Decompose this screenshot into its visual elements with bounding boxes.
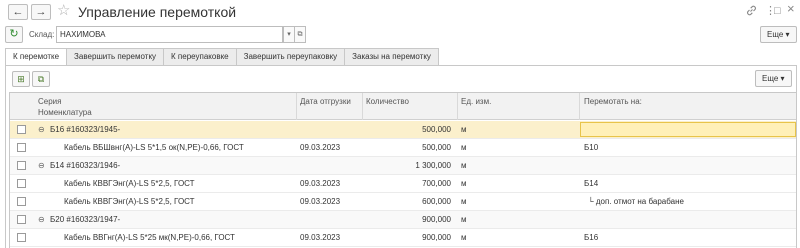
tab-finish-repack[interactable]: Завершить переупаковку — [236, 48, 346, 66]
row-rewind[interactable]: Б16 — [584, 229, 598, 246]
collapse-icon[interactable]: ⊖ — [38, 157, 45, 174]
row-unit: м — [461, 125, 467, 134]
row-date: 09.03.2023 — [300, 179, 341, 188]
row-checkbox[interactable] — [17, 179, 26, 188]
warehouse-open-button[interactable]: ⧉ — [294, 26, 306, 43]
warehouse-label: Склад: — [29, 30, 55, 39]
row-unit: м — [461, 197, 467, 206]
header-date[interactable]: Дата отгрузки — [300, 97, 351, 107]
collapse-icon[interactable]: ⊖ — [38, 121, 45, 138]
row-nomenclature: Кабель КВВГЭнг(А)-LS 5*2,5, ГОСТ — [64, 197, 195, 206]
row-rewind[interactable]: └ доп. отмот на барабане — [588, 193, 684, 210]
row-nomenclature: Кабель КВВГЭнг(А)-LS 5*2,5, ГОСТ — [64, 179, 195, 188]
chevron-down-icon: ▾ — [287, 31, 291, 38]
row-checkbox[interactable] — [17, 161, 26, 170]
row-date: 09.03.2023 — [300, 143, 341, 152]
header-series[interactable]: Серия — [38, 97, 61, 107]
row-qty: 1 300,000 — [415, 161, 451, 170]
forward-button[interactable]: → — [31, 4, 51, 20]
arrow-left-icon: ← — [12, 6, 24, 18]
row-qty: 600,000 — [422, 197, 451, 206]
table-row[interactable]: Кабель КВВГЭнг(А)-LS 5*2,5, ГОСТ 09.03.2… — [10, 193, 796, 211]
row-nomenclature: Кабель ВБШвнг(А)-LS 5*1,5 ок(N,PE)-0,66,… — [64, 143, 244, 152]
open-icon: ⧉ — [297, 31, 303, 38]
maximize-icon[interactable]: □ — [774, 5, 781, 17]
toolbar: ↻ Склад: НАХИМОВА ▾ ⧉ Еще ▾ — [0, 25, 800, 45]
table-row[interactable]: Кабель ВБШвнг(А)-LS 5*1,5 ок(N,PE)-0,66,… — [10, 139, 796, 157]
table-row[interactable]: Кабель КВВГЭнг(А)-LS 5*2,5, ГОСТ 09.03.2… — [10, 175, 796, 193]
row-checkbox[interactable] — [17, 215, 26, 224]
row-checkbox[interactable] — [17, 143, 26, 152]
row-unit: м — [461, 233, 467, 242]
tab-bar: К перемотке Завершить перемотку К переуп… — [5, 48, 439, 66]
add-table-icon: ⊞ — [17, 74, 25, 84]
more-button[interactable]: Еще ▾ — [760, 26, 797, 43]
table-row[interactable]: ⊖ Б14 #160323/1946- 1 300,000 м — [10, 157, 796, 175]
row-rewind[interactable]: Б10 — [584, 139, 598, 156]
table-row[interactable]: ⊖ Б20 #160323/1947- 900,000 м — [10, 211, 796, 229]
row-rewind[interactable]: Б14 — [584, 175, 598, 192]
page-title: Управление перемоткой — [78, 4, 237, 20]
tab-to-repack[interactable]: К переупаковке — [164, 48, 237, 66]
refresh-icon: ↻ — [9, 28, 19, 40]
row-qty: 900,000 — [422, 233, 451, 242]
row-series: Б16 #160323/1945- — [50, 125, 121, 134]
row-qty: 900,000 — [422, 215, 451, 224]
row-qty: 500,000 — [422, 125, 451, 134]
add-button[interactable]: ⊞ — [12, 71, 30, 87]
refresh-button[interactable]: ↻ — [5, 26, 23, 43]
rewind-table: Серия Номенклатура Дата отгрузки Количес… — [9, 92, 797, 248]
row-qty: 700,000 — [422, 179, 451, 188]
tab-to-rewind[interactable]: К перемотке — [5, 48, 68, 66]
copy-button[interactable]: ⧉ — [32, 71, 50, 87]
rewind-to-input[interactable] — [580, 122, 796, 137]
row-qty: 500,000 — [422, 143, 451, 152]
tab-finish-rewind[interactable]: Завершить перемотку — [67, 48, 165, 66]
row-checkbox[interactable] — [17, 233, 26, 242]
warehouse-field[interactable]: НАХИМОВА — [56, 26, 283, 43]
row-unit: м — [461, 143, 467, 152]
row-series: Б20 #160323/1947- — [50, 215, 121, 224]
row-unit: м — [461, 215, 467, 224]
row-date: 09.03.2023 — [300, 233, 341, 242]
header-unit[interactable]: Ед. изм. — [461, 97, 491, 107]
row-date: 09.03.2023 — [300, 197, 341, 206]
star-icon[interactable]: ☆ — [57, 2, 70, 20]
title-bar: ← → ☆ Управление перемоткой ⋮ □ × — [0, 0, 800, 24]
row-unit: м — [461, 161, 467, 170]
copy-icon: ⧉ — [37, 74, 45, 84]
table-row[interactable]: Кабель ВВГнг(А)-LS 5*25 мк(N,PE)-0,66, Г… — [10, 229, 796, 247]
arrow-right-icon: → — [35, 6, 47, 18]
table-header: Серия Номенклатура Дата отгрузки Количес… — [10, 93, 796, 120]
table-row[interactable]: ⊖ Б16 #160323/1945- 500,000 м — [10, 121, 796, 139]
row-series: Б14 #160323/1946- — [50, 161, 121, 170]
panel-more-button[interactable]: Еще ▾ — [755, 70, 792, 87]
back-button[interactable]: ← — [8, 4, 28, 20]
row-nomenclature: Кабель ВВГнг(А)-LS 5*25 мк(N,PE)-0,66, Г… — [64, 233, 235, 242]
close-icon[interactable]: × — [787, 2, 795, 15]
header-qty[interactable]: Количество — [366, 97, 409, 107]
row-checkbox[interactable] — [17, 125, 26, 134]
row-unit: м — [461, 179, 467, 188]
collapse-icon[interactable]: ⊖ — [38, 211, 45, 228]
row-checkbox[interactable] — [17, 197, 26, 206]
header-rewind[interactable]: Перемотать на: — [584, 97, 642, 107]
link-icon[interactable] — [746, 5, 757, 19]
header-nomenclature[interactable]: Номенклатура — [38, 108, 92, 118]
tab-rewind-orders[interactable]: Заказы на перемотку — [345, 48, 439, 66]
